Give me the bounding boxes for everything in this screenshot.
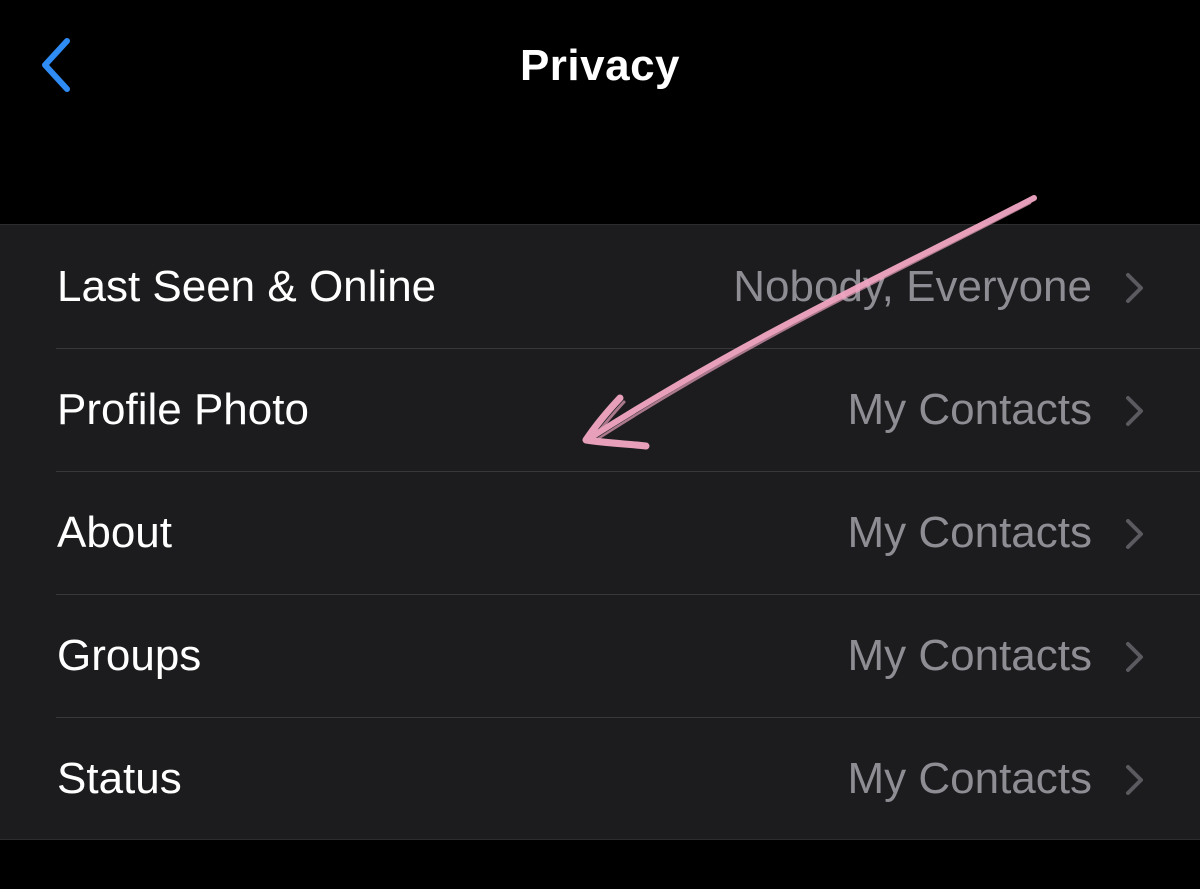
setting-label: Profile Photo (57, 384, 309, 434)
setting-row-last-seen[interactable]: Last Seen & Online Nobody, Everyone (0, 225, 1200, 348)
setting-label: Last Seen & Online (57, 261, 437, 311)
setting-value: My Contacts (847, 753, 1092, 803)
setting-label: Status (57, 753, 182, 803)
chevron-right-icon (1126, 396, 1143, 426)
navigation-bar: Privacy (0, 0, 1200, 140)
chevron-right-icon (1126, 273, 1143, 303)
setting-row-groups[interactable]: Groups My Contacts (0, 594, 1200, 717)
chevron-right-icon (1126, 642, 1143, 672)
setting-row-about[interactable]: About My Contacts (0, 471, 1200, 594)
setting-value: My Contacts (847, 384, 1092, 434)
chevron-right-icon (1126, 765, 1143, 795)
chevron-right-icon (1126, 519, 1143, 549)
setting-value: Nobody, Everyone (733, 261, 1092, 311)
setting-label: Groups (57, 630, 202, 680)
setting-row-profile-photo[interactable]: Profile Photo My Contacts (0, 348, 1200, 471)
setting-value: My Contacts (847, 507, 1092, 557)
privacy-settings-list: Last Seen & Online Nobody, Everyone Prof… (0, 224, 1200, 840)
setting-value: My Contacts (847, 630, 1092, 680)
setting-label: About (57, 507, 172, 557)
setting-row-status[interactable]: Status My Contacts (0, 717, 1200, 840)
page-title: Privacy (519, 41, 681, 90)
